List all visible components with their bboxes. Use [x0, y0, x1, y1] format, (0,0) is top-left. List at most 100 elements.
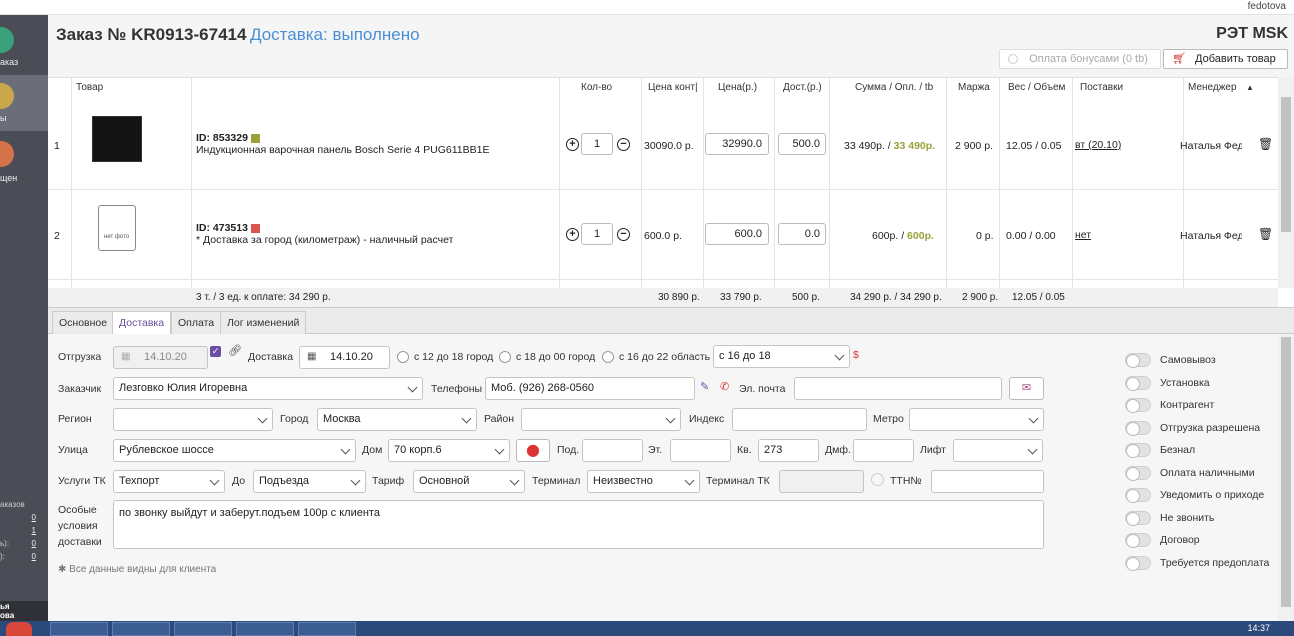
table-row[interactable]: 1 ID: 853329 Индукционная варочная панел…: [48, 100, 1278, 190]
intercom-field[interactable]: [853, 439, 914, 462]
taskbar-app-1[interactable]: [50, 622, 108, 636]
price-input[interactable]: 32990.0: [705, 133, 769, 155]
product-id[interactable]: ID: 473513: [196, 222, 248, 234]
qty-input[interactable]: 1: [581, 133, 613, 155]
supply-link[interactable]: вт (20.10): [1075, 139, 1121, 151]
metro-label: Метро: [873, 413, 904, 425]
sidebar-item-order[interactable]: аказ: [0, 19, 48, 75]
edit-icon[interactable]: ✎: [700, 380, 709, 393]
qty-minus-button[interactable]: −: [617, 228, 630, 241]
col-header-product[interactable]: Товар: [76, 78, 103, 100]
lift-select[interactable]: [953, 439, 1043, 462]
radio-18-00[interactable]: [499, 351, 511, 363]
tab-change-log[interactable]: Лог изменений: [220, 311, 307, 335]
tariff-select[interactable]: Основной: [413, 470, 525, 493]
stat-value[interactable]: 1: [32, 526, 36, 535]
toggle-do-not-call[interactable]: [1125, 511, 1151, 526]
current-user[interactable]: fedotova: [1248, 1, 1286, 12]
form-scrollbar[interactable]: [1278, 334, 1294, 621]
add-product-button[interactable]: 🛒︎ Добавить товар: [1163, 49, 1288, 69]
trash-icon[interactable]: 🗑︎: [1258, 137, 1273, 151]
col-header-weight[interactable]: Вес / Объем: [1008, 78, 1065, 100]
col-header-margin[interactable]: Маржа: [958, 78, 990, 100]
city-select[interactable]: Москва: [317, 408, 477, 431]
floor-field[interactable]: [670, 439, 731, 462]
toggle-contract[interactable]: [1125, 533, 1151, 548]
radio-12-18[interactable]: [397, 351, 409, 363]
toggle-notify-arrival[interactable]: [1125, 488, 1151, 503]
qty-plus-button[interactable]: +: [566, 138, 579, 151]
table-row[interactable]: 2 нет фото ID: 473513 * Доставка за горо…: [48, 190, 1278, 280]
no-photo-image[interactable]: нет фото: [98, 205, 136, 251]
qty-input[interactable]: 1: [581, 223, 613, 245]
house-select[interactable]: 70 корп.6: [388, 439, 510, 462]
supply-link[interactable]: нет: [1075, 229, 1091, 241]
stat-value[interactable]: 0: [32, 539, 36, 548]
ttn-check-icon[interactable]: [871, 473, 884, 486]
radio-16-22[interactable]: [602, 351, 614, 363]
price-input[interactable]: 600.0: [705, 223, 769, 245]
index-field[interactable]: [732, 408, 867, 431]
col-header-manager[interactable]: Менеджер (: [1188, 78, 1238, 100]
delivery-price-input[interactable]: 0.0: [778, 223, 826, 245]
qty-plus-button[interactable]: +: [566, 228, 579, 241]
start-button[interactable]: [6, 622, 32, 636]
region-select[interactable]: [113, 408, 273, 431]
toggle-pickup[interactable]: [1125, 353, 1151, 368]
shipment-checkbox[interactable]: ✓: [210, 346, 221, 357]
toggle-shipment-allowed[interactable]: [1125, 421, 1151, 436]
link-icon[interactable]: 🔗︎: [228, 344, 242, 357]
col-header-price[interactable]: Цена(р.): [718, 78, 757, 100]
sidebar-item-third[interactable]: щен: [0, 133, 48, 189]
customer-select[interactable]: Лезговко Юлия Игоревна: [113, 377, 423, 400]
taskbar-app-4[interactable]: [236, 622, 294, 636]
phone-field[interactable]: Моб. (926) 268-0560: [485, 377, 695, 400]
district-select[interactable]: [521, 408, 681, 431]
terminal-select[interactable]: Неизвестно: [587, 470, 700, 493]
ttn-field[interactable]: [931, 470, 1044, 493]
phone-icon[interactable]: ✆: [720, 380, 729, 393]
toggle-cash-payment[interactable]: [1125, 466, 1151, 481]
terminal-tk-field[interactable]: [779, 470, 864, 493]
apt-field[interactable]: 273: [758, 439, 819, 462]
to-select[interactable]: Подъезда: [253, 470, 366, 493]
table-scrollbar[interactable]: [1278, 77, 1294, 288]
tab-delivery[interactable]: Доставка: [112, 311, 172, 335]
time-slot-select[interactable]: с 16 до 18: [713, 345, 850, 368]
toggle-installation[interactable]: [1125, 376, 1151, 391]
street-select[interactable]: Рублевское шоссе: [113, 439, 356, 462]
toggle-cashless[interactable]: [1125, 443, 1151, 458]
stat-value[interactable]: 0: [32, 513, 36, 522]
toggle-prepayment-required[interactable]: [1125, 556, 1151, 571]
col-header-contract-price[interactable]: Цена конт|: [648, 78, 700, 100]
toggle-counterparty[interactable]: [1125, 398, 1151, 413]
col-header-delivery[interactable]: Дост.(р.): [783, 78, 822, 100]
pay-bonus-button[interactable]: Оплата бонусами (0 tb): [999, 49, 1161, 69]
tk-select[interactable]: Техпорт: [113, 470, 225, 493]
sidebar-user-name[interactable]: ья ова: [0, 601, 48, 621]
notes-textarea[interactable]: по звонку выйдут и заберут.подъем 100р с…: [113, 500, 1044, 549]
sidebar-item-label: ы: [0, 113, 7, 123]
entrance-field[interactable]: [582, 439, 643, 462]
product-id[interactable]: ID: 853329: [196, 132, 248, 144]
clock[interactable]: 14:37: [1247, 623, 1270, 633]
col-header-supply[interactable]: Поставки: [1080, 78, 1123, 100]
map-pin-button[interactable]: ⬤: [516, 439, 550, 462]
metro-select[interactable]: [909, 408, 1044, 431]
trash-icon[interactable]: 🗑︎: [1258, 227, 1273, 241]
taskbar-app-skype[interactable]: [174, 622, 232, 636]
email-field[interactable]: [794, 377, 1002, 400]
taskbar-app-5[interactable]: [298, 622, 356, 636]
tab-main[interactable]: Основное: [52, 311, 115, 335]
taskbar-app-2[interactable]: [112, 622, 170, 636]
product-image[interactable]: [92, 116, 142, 162]
sort-up-icon[interactable]: ▲: [1246, 78, 1254, 100]
send-email-button[interactable]: ✉: [1009, 377, 1044, 400]
tab-payment[interactable]: Оплата: [171, 311, 222, 335]
sidebar-item-second[interactable]: ы: [0, 75, 48, 131]
col-header-qty[interactable]: Кол-во: [581, 78, 612, 100]
col-header-sum[interactable]: Сумма / Опл. / tb: [855, 78, 933, 100]
qty-minus-button[interactable]: −: [617, 138, 630, 151]
delivery-price-input[interactable]: 500.0: [778, 133, 826, 155]
stat-value[interactable]: 0: [32, 552, 36, 561]
